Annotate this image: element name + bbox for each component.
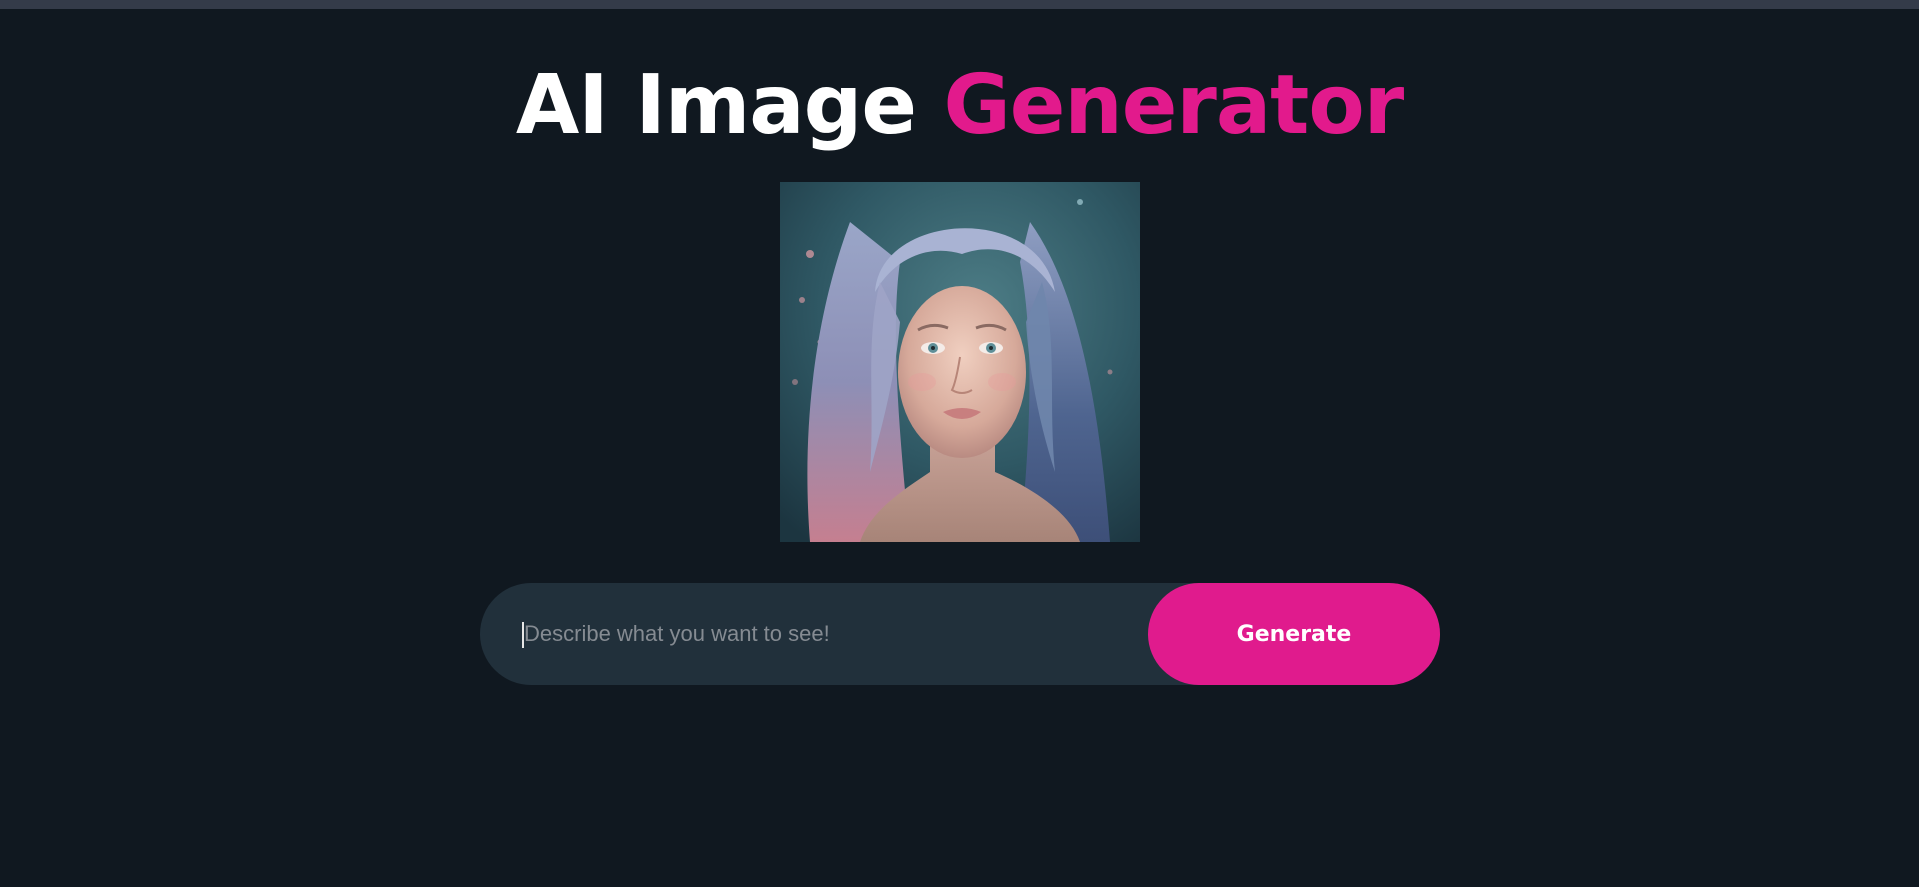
- top-bar: [0, 0, 1919, 9]
- portrait-illustration: [780, 182, 1140, 542]
- prompt-input[interactable]: [522, 609, 1104, 659]
- generated-image: [780, 182, 1140, 542]
- title-main: AI Image: [515, 58, 917, 153]
- title-accent: Generator: [943, 58, 1405, 153]
- prompt-bar: Generate: [480, 583, 1440, 685]
- text-caret: [522, 622, 524, 648]
- page-title: AI Image Generator: [0, 56, 1919, 156]
- generate-button[interactable]: Generate: [1148, 583, 1440, 685]
